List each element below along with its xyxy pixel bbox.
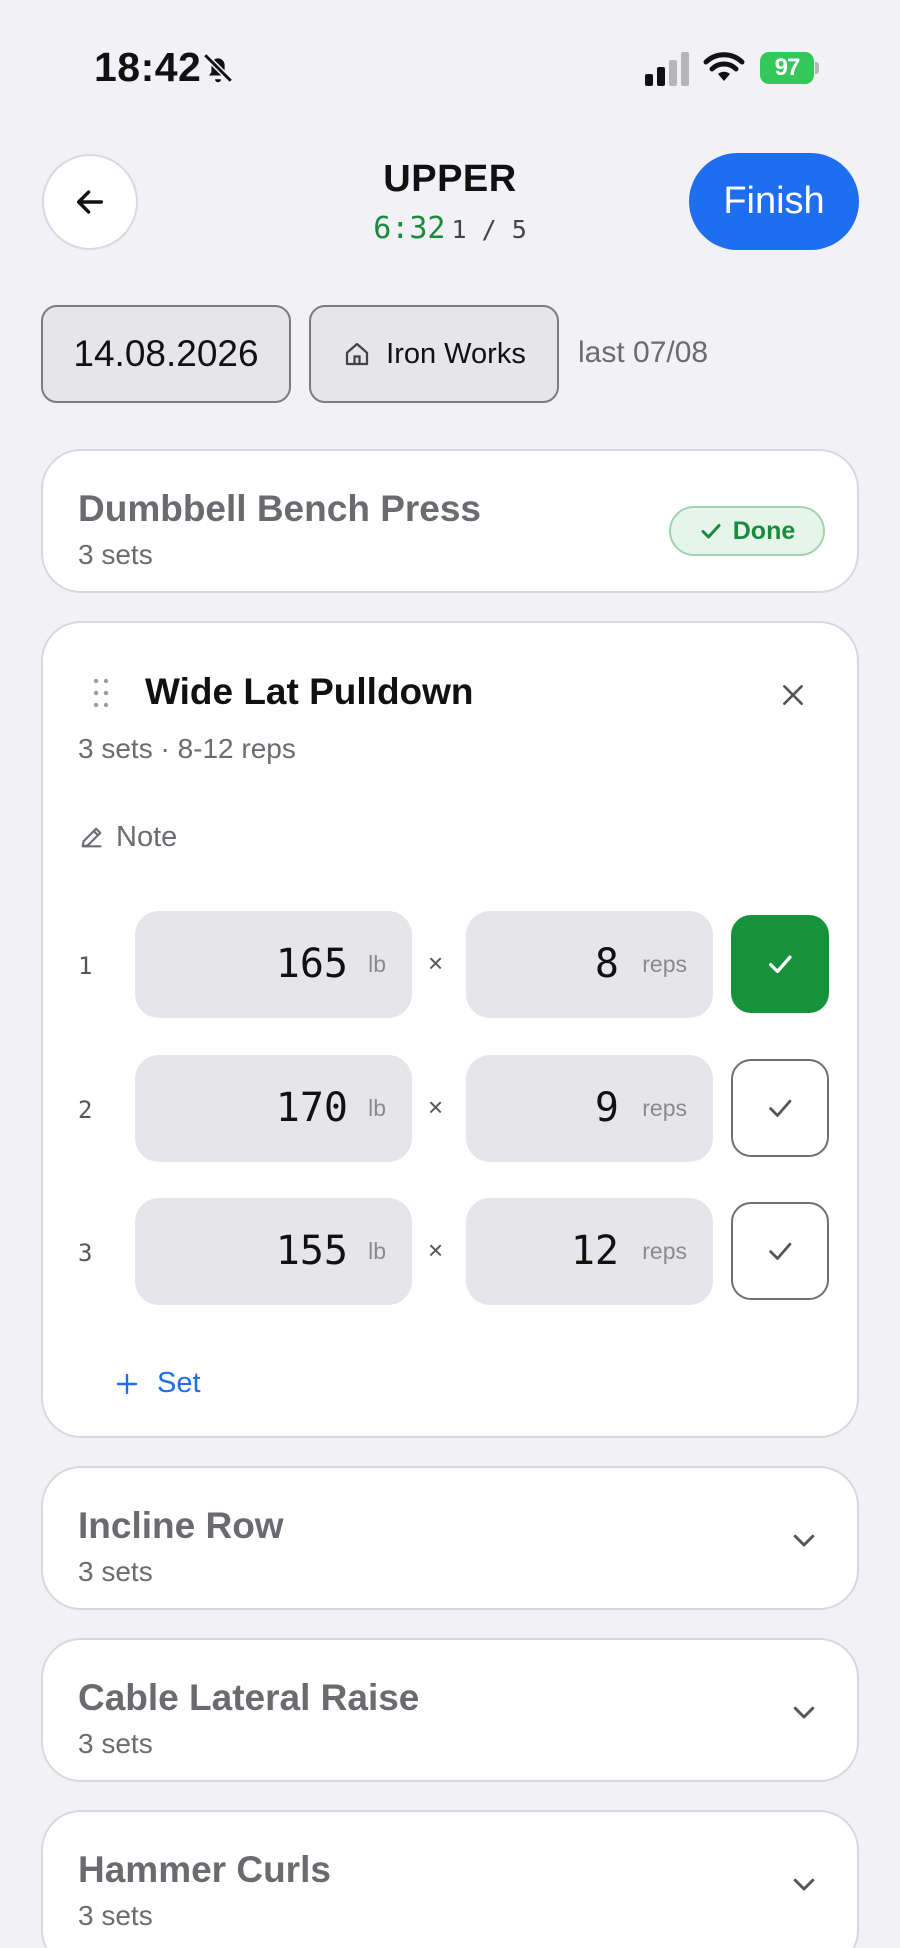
check-icon: [769, 1242, 792, 1260]
check-icon: [701, 524, 721, 539]
wifi-icon: [703, 52, 745, 81]
note-label: Note: [116, 820, 178, 853]
chevron-down-icon[interactable]: [789, 1697, 819, 1727]
exercise-sets: 3 sets: [78, 1900, 153, 1931]
pencil-icon: [81, 827, 102, 848]
add-set-button[interactable]: Set: [115, 1367, 201, 1400]
reps-unit: reps: [642, 1095, 687, 1121]
weight-unit: lb: [368, 1238, 386, 1264]
weight-value: 170: [275, 1085, 348, 1131]
arrow-left-icon: [76, 190, 104, 214]
weight-input[interactable]: 165 lb: [135, 911, 412, 1018]
cellular-signal-icon: [645, 52, 689, 86]
exercise-sets: 3 sets: [78, 1556, 153, 1587]
finish-button[interactable]: Finish: [689, 153, 859, 250]
workout-timer: 6:32: [373, 211, 446, 246]
set-number: 1: [78, 952, 93, 980]
exercise-card-collapsed[interactable]: Hammer Curls 3 sets: [41, 1810, 859, 1948]
exercise-progress: 1 / 5: [451, 215, 527, 244]
weight-value: 165: [275, 941, 348, 987]
reps-unit: reps: [642, 951, 687, 977]
reps-unit: reps: [642, 1238, 687, 1264]
set-complete-toggle[interactable]: [731, 915, 829, 1013]
gym-name: Iron Works: [386, 337, 526, 370]
exercise-card-active: Wide Lat Pulldown 3 sets · 8-12 reps Not…: [41, 621, 859, 1438]
last-workout-date: last 07/08: [578, 336, 709, 369]
exercise-sets: 3 sets: [78, 1728, 153, 1759]
home-icon: [346, 342, 369, 366]
exercise-name: Incline Row: [78, 1505, 284, 1546]
close-icon: [783, 685, 803, 705]
multiply-sign: ×: [428, 1235, 444, 1265]
weight-unit: lb: [368, 1095, 386, 1121]
done-badge: Done: [669, 506, 825, 556]
weight-input[interactable]: 170 lb: [135, 1055, 412, 1162]
back-button[interactable]: [42, 154, 138, 250]
chevron-down-icon[interactable]: [789, 1525, 819, 1555]
check-icon: [769, 1099, 792, 1117]
workout-header: UPPER 6:32 1 / 5: [300, 158, 600, 246]
reps-input[interactable]: 8 reps: [466, 911, 713, 1018]
exercise-name: Dumbbell Bench Press: [78, 488, 482, 529]
close-button[interactable]: [775, 677, 811, 713]
status-bar: 18:42 97: [0, 0, 900, 120]
add-set-label: Set: [157, 1367, 201, 1399]
set-number: 2: [78, 1096, 93, 1124]
battery-icon: 97: [760, 52, 819, 84]
battery-tip: [815, 62, 819, 74]
battery-level: 97: [760, 52, 814, 84]
reps-input[interactable]: 9 reps: [466, 1055, 713, 1162]
note-button[interactable]: Note: [78, 817, 177, 857]
reps-value: 12: [570, 1228, 619, 1274]
plus-icon: [116, 1373, 138, 1394]
page-title: UPPER: [383, 158, 517, 200]
date-chip[interactable]: 14.08.2026: [41, 305, 291, 403]
bell-slash-icon: [203, 53, 233, 83]
exercise-card-collapsed[interactable]: Cable Lateral Raise 3 sets: [41, 1638, 859, 1782]
status-time: 18:42: [94, 44, 202, 90]
check-icon: [769, 955, 792, 974]
exercise-sets: 3 sets: [78, 539, 153, 570]
done-label: Done: [732, 516, 796, 545]
header-subtitle: 6:32 1 / 5: [300, 211, 600, 246]
exercise-detail: 3 sets · 8-12 reps: [78, 733, 296, 764]
weight-unit: lb: [368, 951, 386, 977]
exercise-card-collapsed[interactable]: Incline Row 3 sets: [41, 1466, 859, 1610]
exercise-name: Wide Lat Pulldown: [145, 671, 474, 712]
reps-input[interactable]: 12 reps: [466, 1198, 713, 1305]
weight-value: 155: [275, 1228, 348, 1274]
multiply-sign: ×: [428, 948, 444, 978]
set-complete-toggle[interactable]: [731, 1202, 829, 1300]
reps-value: 9: [594, 1085, 619, 1131]
exercise-name: Cable Lateral Raise: [78, 1677, 420, 1718]
set-complete-toggle[interactable]: [731, 1059, 829, 1157]
chevron-down-icon[interactable]: [789, 1869, 819, 1899]
weight-input[interactable]: 155 lb: [135, 1198, 412, 1305]
set-number: 3: [78, 1239, 93, 1267]
gym-chip[interactable]: Iron Works: [309, 305, 559, 403]
drag-handle-icon[interactable]: [89, 675, 113, 711]
reps-value: 8: [594, 941, 619, 987]
exercise-name: Hammer Curls: [78, 1849, 331, 1890]
multiply-sign: ×: [428, 1092, 444, 1122]
exercise-card-done[interactable]: Dumbbell Bench Press 3 sets Done: [41, 449, 859, 593]
